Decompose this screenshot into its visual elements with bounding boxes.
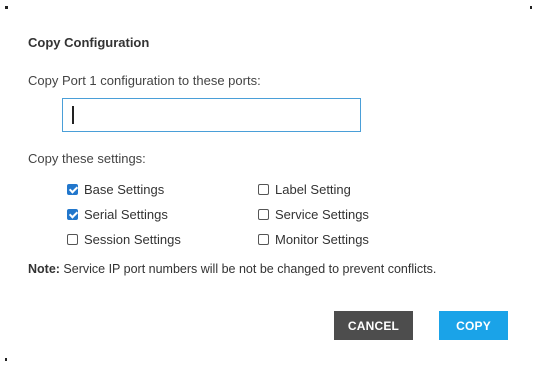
label-setting-option[interactable]: Label Setting: [258, 180, 351, 198]
monitor-settings-option[interactable]: Monitor Settings: [258, 230, 369, 248]
corner-mark: [5, 358, 7, 361]
ports-prompt: Copy Port 1 configuration to these ports…: [28, 73, 261, 88]
copy-configuration-dialog: Copy Configuration Copy Port 1 configura…: [0, 0, 540, 368]
dialog-title: Copy Configuration: [28, 35, 150, 50]
session-settings-checkbox[interactable]: [67, 233, 78, 245]
copy-button[interactable]: COPY: [439, 311, 508, 340]
serial-settings-checkbox[interactable]: [67, 208, 78, 220]
corner-mark: [530, 6, 532, 9]
label-setting-label: Label Setting: [275, 181, 351, 197]
base-settings-option[interactable]: Base Settings: [67, 180, 164, 198]
note-body: Service IP port numbers will be not be c…: [59, 262, 437, 276]
monitor-settings-label: Monitor Settings: [275, 231, 369, 247]
ports-input[interactable]: [62, 98, 361, 132]
note-prefix: Note:: [28, 262, 60, 276]
base-settings-label: Base Settings: [84, 181, 165, 197]
serial-settings-label: Serial Settings: [84, 206, 168, 222]
session-settings-option[interactable]: Session Settings: [67, 230, 181, 248]
corner-mark: [5, 6, 8, 9]
settings-label: Copy these settings:: [28, 151, 146, 166]
note-text: Note: Service IP port numbers will be no…: [28, 262, 436, 276]
service-settings-checkbox[interactable]: [258, 208, 269, 220]
monitor-settings-checkbox[interactable]: [258, 233, 269, 245]
cancel-button[interactable]: CANCEL: [334, 311, 413, 340]
service-settings-option[interactable]: Service Settings: [258, 205, 369, 223]
label-setting-checkbox[interactable]: [258, 183, 269, 195]
service-settings-label: Service Settings: [275, 206, 369, 222]
session-settings-label: Session Settings: [84, 231, 181, 247]
base-settings-checkbox[interactable]: [67, 183, 78, 195]
text-caret: [72, 106, 74, 124]
serial-settings-option[interactable]: Serial Settings: [67, 205, 168, 223]
